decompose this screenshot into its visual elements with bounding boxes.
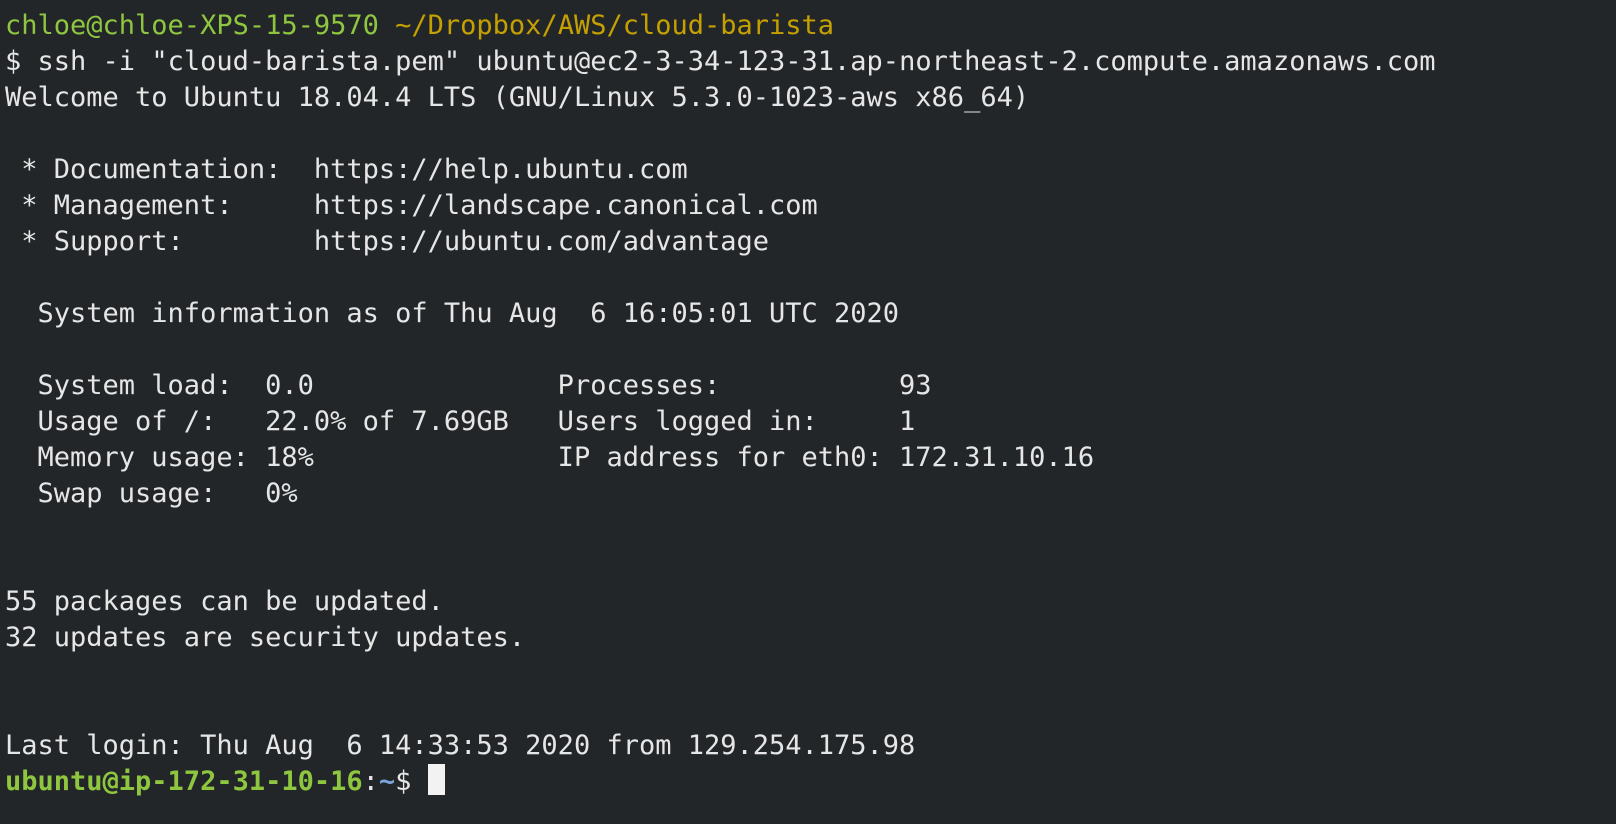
prompt-separator: : [362,766,379,797]
remote-user-host: ubuntu@ip-172-31-10-16 [5,766,363,797]
link-url-support[interactable]: https://ubuntu.com/advantage [314,226,769,257]
sysinfo-row: System load: 0.0 Processes: 93 [5,370,932,401]
text-cursor[interactable] [427,764,445,795]
security-updates: 32 updates are security updates. [5,622,526,653]
remote-prompt-symbol: $ [395,766,428,797]
link-url-documentation[interactable]: https://help.ubuntu.com [314,154,688,185]
command-prompt-symbol: $ [5,46,22,77]
sysinfo-row: Swap usage: 0% [5,478,298,509]
support-link-line: * Support: https://ubuntu.com/advantage [5,224,1616,260]
ssh-command: ssh -i "cloud-barista.pem" ubuntu@ec2-3-… [37,46,1436,77]
link-url-management[interactable]: https://landscape.canonical.com [314,190,818,221]
link-label-support: * Support: [5,226,314,257]
sysinfo-header: System information as of Thu Aug 6 16:05… [5,298,900,329]
local-user-host: chloe@chloe-XPS-15-9570 [5,10,379,41]
updates-available: 55 packages can be updated. [5,586,444,617]
sysinfo-row: Memory usage: 18% IP address for eth0: 1… [5,442,1095,473]
remote-prompt-line[interactable]: ubuntu@ip-172-31-10-16:~$ [5,764,1616,800]
terminal-window[interactable]: chloe@chloe-XPS-15-9570 ~/Dropbox/AWS/cl… [0,0,1616,824]
remote-path: ~ [378,766,396,797]
doc-link-line: * Documentation: https://help.ubuntu.com [5,152,1616,188]
local-path: ~/Dropbox/AWS/cloud-barista [395,10,835,41]
command-line: $ ssh -i "cloud-barista.pem" ubuntu@ec2-… [5,44,1616,80]
sysinfo-row: Usage of /: 22.0% of 7.69GB Users logged… [5,406,916,437]
link-label-management: * Management: [5,190,314,221]
link-label-documentation: * Documentation: [5,154,314,185]
welcome-message: Welcome to Ubuntu 18.04.4 LTS (GNU/Linux… [5,82,1030,113]
local-prompt-line: chloe@chloe-XPS-15-9570 ~/Dropbox/AWS/cl… [5,8,1616,44]
last-login: Last login: Thu Aug 6 14:33:53 2020 from… [5,730,916,761]
management-link-line: * Management: https://landscape.canonica… [5,188,1616,224]
